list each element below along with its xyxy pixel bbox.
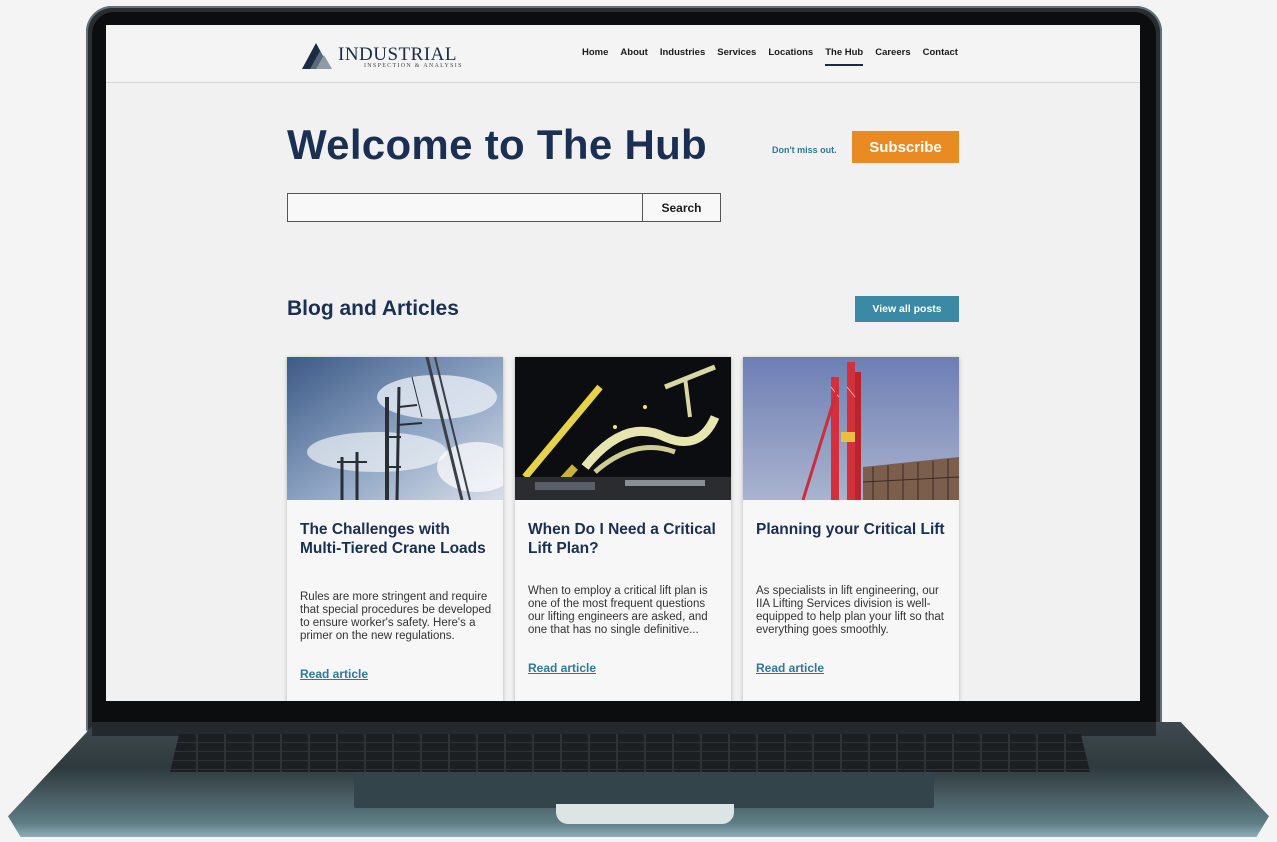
article-card[interactable]: When Do I Need a Critical Lift Plan? Whe… [515, 357, 731, 701]
search-input[interactable] [288, 194, 642, 221]
subscribe-tagline: Don't miss out. [772, 145, 837, 155]
nav-industries[interactable]: Industries [660, 47, 705, 66]
site-header: INDUSTRIAL INSPECTION & ANALYSIS Home Ab… [106, 25, 1140, 83]
card-title[interactable]: Planning your Critical Lift [756, 520, 946, 539]
logo-triangle-icon [302, 43, 332, 69]
laptop-notch [556, 804, 734, 824]
search-form: Search [287, 193, 721, 222]
crane-sky-photo [287, 357, 503, 500]
read-article-link[interactable]: Read article [528, 661, 596, 675]
blog-heading: Blog and Articles [287, 297, 459, 320]
read-article-link[interactable]: Read article [300, 667, 368, 681]
nav-careers[interactable]: Careers [875, 47, 910, 66]
article-card[interactable]: The Challenges with Multi-Tiered Crane L… [287, 357, 503, 701]
article-card[interactable]: Planning your Critical Lift As specialis… [743, 357, 959, 701]
logo-name: INDUSTRIAL [338, 44, 457, 65]
card-excerpt: Rules are more stringent and require tha… [300, 591, 492, 642]
card-excerpt: When to employ a critical lift plan is o… [528, 585, 708, 636]
main-nav: Home About Industries Services Locations… [582, 47, 958, 66]
night-lift-photo [515, 357, 731, 500]
red-crane-photo [743, 357, 959, 500]
card-title[interactable]: When Do I Need a Critical Lift Plan? [528, 520, 718, 558]
laptop-keyboard [170, 734, 1090, 772]
card-excerpt: As specialists in lift engineering, our … [756, 585, 944, 636]
search-button[interactable]: Search [642, 194, 720, 221]
nav-contact[interactable]: Contact [923, 47, 958, 66]
laptop-screen: INDUSTRIAL INSPECTION & ANALYSIS Home Ab… [106, 25, 1140, 701]
subscribe-button[interactable]: Subscribe [852, 131, 959, 163]
nav-home[interactable]: Home [582, 47, 608, 66]
logo-subtitle: INSPECTION & ANALYSIS [364, 63, 463, 69]
laptop-hinge [92, 722, 1156, 736]
nav-about[interactable]: About [620, 47, 647, 66]
laptop-trackpad [354, 772, 934, 808]
nav-the-hub[interactable]: The Hub [825, 47, 864, 66]
logo[interactable]: INDUSTRIAL INSPECTION & ANALYSIS [302, 41, 463, 69]
nav-locations[interactable]: Locations [768, 47, 813, 66]
view-all-posts-button[interactable]: View all posts [855, 296, 959, 322]
page-title: Welcome to The Hub [287, 121, 707, 168]
read-article-link[interactable]: Read article [756, 661, 824, 675]
nav-services[interactable]: Services [717, 47, 756, 66]
card-title[interactable]: The Challenges with Multi-Tiered Crane L… [300, 520, 490, 558]
